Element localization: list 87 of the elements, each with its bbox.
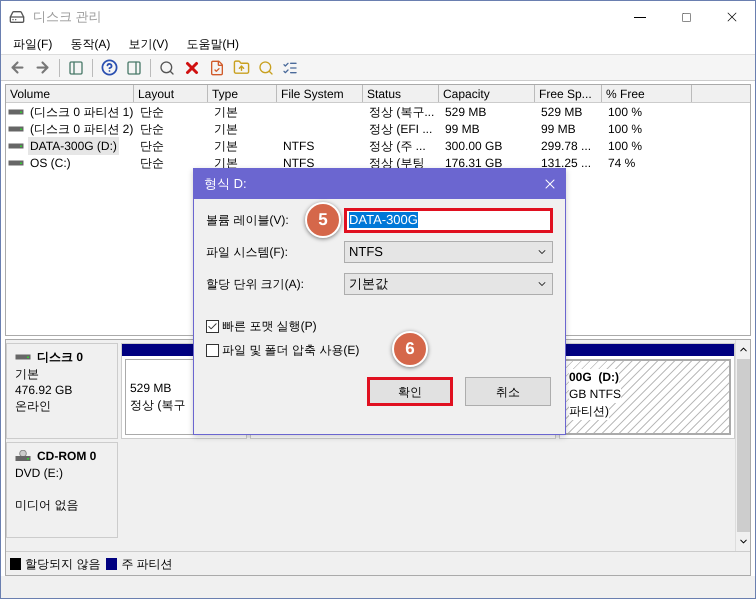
table-cell-text: 단순 xyxy=(140,154,164,172)
disk-name: 디스크 0 xyxy=(37,349,84,366)
checkbox[interactable] xyxy=(206,320,219,332)
column-header[interactable]: Layout xyxy=(134,85,208,102)
column-header[interactable]: % Free xyxy=(602,85,692,102)
disk-info: DVD (E:) xyxy=(15,465,64,481)
field-label: 파일 시스템(F): xyxy=(206,244,289,261)
table-cell[interactable]: (디스크 0 파티션 1) xyxy=(28,102,136,120)
menu-item[interactable]: 도움말(H) xyxy=(186,34,239,52)
column-header[interactable]: Status xyxy=(363,85,439,102)
disk-info: 미디어 없음 xyxy=(15,497,80,513)
step-badge: 6 xyxy=(392,331,428,367)
table-cell[interactable]: DATA-300G (D:) xyxy=(28,136,119,154)
scrollbar[interactable] xyxy=(735,340,750,551)
field-label: 할당 단위 크기(A): xyxy=(206,276,302,293)
table-cell[interactable]: OS (C:) xyxy=(28,154,73,172)
column-header[interactable]: Type xyxy=(208,85,277,102)
menu-item[interactable]: 보기(V) xyxy=(128,34,168,52)
minimize-icon xyxy=(634,16,646,18)
table-cell-text: 100 % xyxy=(608,138,642,154)
table-cell-text: 131.25 ... xyxy=(541,154,592,172)
help-icon[interactable] xyxy=(101,59,118,76)
partition-block[interactable]: 00G (D:) GB NTFS 파티션) xyxy=(559,343,735,439)
table-cell-text: 74 % xyxy=(608,154,636,172)
table-cell-text: 단순 xyxy=(140,104,164,120)
checked-document-icon[interactable] xyxy=(209,60,225,76)
table-cell-text: 정상 (복구... xyxy=(369,104,434,120)
checkbox[interactable] xyxy=(206,344,219,356)
cd-drive-icon xyxy=(15,450,31,462)
menu-item[interactable]: 동작(A) xyxy=(70,34,110,52)
dialog-title: 형식 D: xyxy=(204,175,247,194)
column-header[interactable]: Free Sp... xyxy=(535,85,602,102)
drive-icon xyxy=(8,142,24,148)
table-cell-text: NTFS xyxy=(283,154,314,172)
volume-label-field[interactable]: DATA-300G xyxy=(344,208,553,232)
legend-label: 할당되지 않음 xyxy=(25,556,100,572)
panel-icon[interactable] xyxy=(68,60,84,76)
column-header[interactable]: Capacity xyxy=(439,85,535,102)
field-label: 볼륨 레이블(V): xyxy=(206,212,290,229)
table-cell-text: 정상 (주 ... xyxy=(369,138,426,154)
column-header[interactable]: Volume xyxy=(6,85,134,102)
table-cell-text: 176.31 GB xyxy=(445,154,502,172)
disk-info: 온라인 xyxy=(15,398,52,414)
list-icon[interactable] xyxy=(282,60,298,76)
table-cell-text: 99 MB xyxy=(541,120,576,138)
panel-icon[interactable] xyxy=(126,60,142,76)
drive-icon xyxy=(8,160,24,166)
menu-item[interactable]: 파일(F) xyxy=(13,34,52,52)
table-cell-text: 기본 xyxy=(214,120,238,138)
search-icon[interactable] xyxy=(159,60,175,76)
table-cell-text: 정상 (EFI ... xyxy=(369,120,432,138)
dialog-button[interactable]: 취소 xyxy=(465,377,551,406)
table-cell-text: 299.78 ... xyxy=(541,138,592,154)
legend-label: 주 파티션 xyxy=(121,556,173,572)
partition-info: 정상 (복구 xyxy=(130,397,186,414)
table-cell-text: 99 MB xyxy=(445,120,480,138)
table-cell-text: 100 % xyxy=(608,120,642,138)
drive-icon xyxy=(15,354,31,360)
table-cell-text: 기본 xyxy=(214,104,238,120)
table-cell-text: 단순 xyxy=(140,120,164,138)
step-badge: 5 xyxy=(305,202,341,238)
disk-info: 476.92 GB xyxy=(15,382,74,398)
table-cell-text: 529 MB xyxy=(445,104,486,120)
disk-info: 기본 xyxy=(15,366,40,382)
forward-icon[interactable] xyxy=(34,59,51,76)
checkbox-label[interactable]: 빠른 포맷 실행(P) xyxy=(222,317,317,335)
table-cell-text: 300.00 GB xyxy=(445,138,502,154)
partition-info: 파티션) xyxy=(569,403,609,420)
table-cell-text: 단순 xyxy=(140,138,164,154)
app-icon xyxy=(9,9,25,25)
table-cell-text: 529 MB xyxy=(541,104,582,120)
drive-icon xyxy=(8,126,24,132)
dropdown[interactable]: NTFS xyxy=(344,241,553,263)
maximize-icon xyxy=(680,12,692,22)
disk-name: CD-ROM 0 xyxy=(37,448,96,465)
drive-icon xyxy=(8,108,24,114)
dialog-button[interactable]: 확인 xyxy=(367,377,453,406)
partition-info: GB NTFS xyxy=(569,386,622,403)
table-cell-text: 100 % xyxy=(608,104,642,120)
partition-info: 00G (D:) xyxy=(569,369,620,386)
column-header[interactable]: File System xyxy=(277,85,363,102)
table-cell-text: NTFS xyxy=(283,138,314,154)
window-title: 디스크 관리 xyxy=(33,8,102,26)
back-icon[interactable] xyxy=(9,59,26,76)
table-cell-text: 기본 xyxy=(214,138,238,154)
table-cell[interactable]: (디스크 0 파티션 2) xyxy=(28,120,136,138)
dropdown[interactable]: 기본값 xyxy=(344,273,553,295)
